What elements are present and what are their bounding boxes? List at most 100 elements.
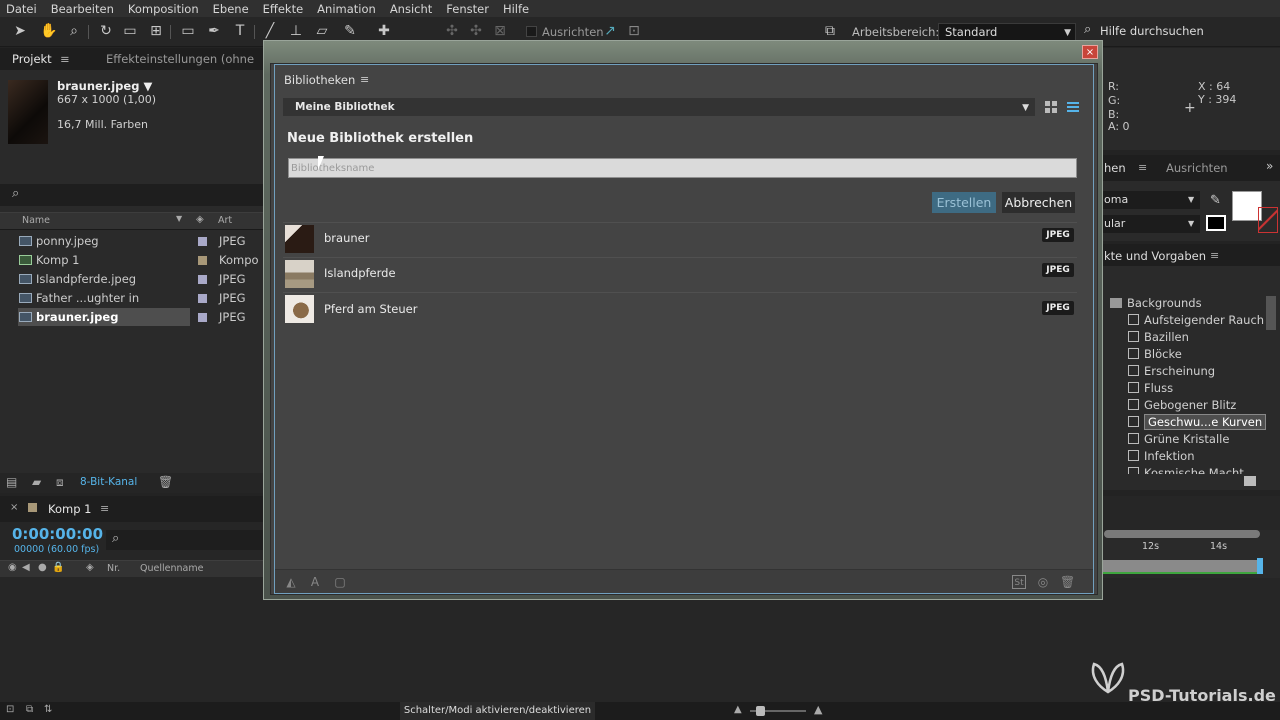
project-item-row[interactable]: ponny.jpeg JPEG bbox=[0, 232, 264, 251]
lock-icon[interactable]: 🔒 bbox=[52, 562, 64, 573]
project-file-name[interactable]: brauner.jpeg ▼ bbox=[57, 79, 152, 93]
toggle-bar-icon[interactable]: ⇅ bbox=[44, 704, 52, 715]
zoom-tool-icon[interactable]: ⌕ bbox=[66, 23, 82, 39]
column-source-name[interactable]: Quellenname bbox=[140, 563, 203, 574]
add-graphic-icon[interactable]: ▢ bbox=[333, 575, 347, 589]
menu-datei[interactable]: Datei bbox=[6, 2, 37, 16]
menu-komposition[interactable]: Komposition bbox=[128, 2, 199, 16]
workspace-select[interactable]: Standard ▼ bbox=[938, 23, 1076, 41]
creative-cloud-icon[interactable]: ◎ bbox=[1036, 575, 1050, 589]
label-swatch[interactable] bbox=[198, 256, 207, 265]
font-style-select[interactable]: ular bbox=[1102, 215, 1200, 233]
interpret-footage-icon[interactable]: ▤ bbox=[6, 475, 17, 489]
type-tool-icon[interactable]: T bbox=[232, 23, 248, 39]
preset-item[interactable]: Gebogener Blitz bbox=[1128, 398, 1236, 412]
eye-icon[interactable]: ◉ bbox=[8, 562, 17, 573]
audio-icon[interactable]: ◀ bbox=[22, 562, 30, 573]
trash-icon[interactable]: 🗑 bbox=[158, 475, 173, 489]
menu-animation[interactable]: Animation bbox=[317, 2, 376, 16]
zoom-in-icon[interactable]: ▲ bbox=[814, 703, 822, 716]
new-folder-icon[interactable]: ▰ bbox=[32, 475, 41, 489]
preset-item[interactable]: Aufsteigender Rauch bbox=[1128, 313, 1264, 327]
tab-character[interactable]: hen bbox=[1104, 161, 1126, 175]
preset-item[interactable]: Kosmische Macht bbox=[1128, 466, 1244, 474]
hand-tool-icon[interactable]: ✋ bbox=[40, 23, 57, 39]
tab-projekt[interactable]: Projekt bbox=[12, 52, 52, 66]
preset-item[interactable]: Grüne Kristalle bbox=[1128, 432, 1229, 446]
toggle-switches-modes-button[interactable]: Schalter/Modi aktivieren/deaktivieren bbox=[400, 702, 595, 720]
rotate-tool-icon[interactable]: ↻ bbox=[98, 23, 114, 39]
library-item[interactable]: brauner JPEG bbox=[283, 222, 1077, 256]
menu-hilfe[interactable]: Hilfe bbox=[503, 2, 529, 16]
project-search-input[interactable]: ⌕ bbox=[0, 184, 264, 206]
cancel-button[interactable]: Abbrechen bbox=[1002, 192, 1075, 213]
zoom-out-icon[interactable]: ▲ bbox=[734, 704, 742, 715]
camera-tool-icon[interactable]: ▭ bbox=[122, 23, 138, 39]
preset-item[interactable]: Erscheinung bbox=[1128, 364, 1215, 378]
sort-icon[interactable]: ▼ bbox=[176, 214, 182, 223]
library-item[interactable]: Islandpferde JPEG bbox=[283, 257, 1077, 291]
panel-menu-icon[interactable]: ≡ bbox=[100, 502, 109, 515]
menu-bearbeiten[interactable]: Bearbeiten bbox=[51, 2, 114, 16]
work-area-bar[interactable] bbox=[1104, 530, 1260, 538]
library-item[interactable]: Pferd am Steuer JPEG bbox=[283, 292, 1077, 326]
snap-settings-icon[interactable]: ⊡ bbox=[626, 23, 642, 39]
preset-item-selected[interactable]: Geschwu...e Kurven bbox=[1128, 414, 1267, 430]
eyedropper-icon[interactable]: ✎ bbox=[1210, 193, 1221, 208]
pen-tool-icon[interactable]: ✒ bbox=[206, 23, 222, 39]
effects-presets-title[interactable]: kte und Vorgaben bbox=[1104, 249, 1206, 263]
clone-stamp-tool-icon[interactable]: ⊥ bbox=[288, 23, 304, 39]
eraser-tool-icon[interactable]: ▱ bbox=[314, 23, 330, 39]
tab-effekteinstellungen[interactable]: Effekteinstellungen (ohne bbox=[106, 52, 254, 66]
column-name[interactable]: Name bbox=[22, 215, 50, 226]
library-select[interactable]: Meine Bibliothek ▼ bbox=[283, 98, 1035, 116]
tab-komp-1[interactable]: Komp 1 bbox=[48, 502, 91, 516]
no-stroke-swatch[interactable] bbox=[1258, 207, 1278, 233]
playhead-handle[interactable] bbox=[1257, 558, 1263, 574]
puppet-pin-tool-icon[interactable]: ✚ bbox=[376, 23, 392, 39]
close-icon[interactable]: × bbox=[10, 502, 18, 513]
tab-ausrichten[interactable]: Ausrichten bbox=[1166, 161, 1228, 175]
font-family-select[interactable]: oma bbox=[1102, 191, 1200, 209]
panel-menu-icon[interactable]: ≡ bbox=[1138, 161, 1147, 174]
preset-item[interactable]: Bazillen bbox=[1128, 330, 1189, 344]
add-color-icon[interactable]: ◭ bbox=[284, 575, 298, 589]
project-item-row[interactable]: Father ...ughter in nature.jpeg JPEG bbox=[0, 289, 264, 323]
stroke-color-swatch[interactable] bbox=[1206, 215, 1226, 231]
label-swatch[interactable] bbox=[198, 294, 207, 303]
menu-fenster[interactable]: Fenster bbox=[446, 2, 489, 16]
toggle-switches-icon[interactable]: ⊡ bbox=[6, 704, 14, 715]
panel-menu-icon[interactable]: ≡ bbox=[1210, 249, 1219, 262]
label-swatch[interactable] bbox=[198, 237, 207, 246]
preset-item[interactable]: Infektion bbox=[1128, 449, 1195, 463]
project-item-row[interactable]: Komp 1 Kompo bbox=[0, 251, 264, 270]
new-composition-icon[interactable]: ⧈ bbox=[56, 475, 64, 490]
grid-view-icon[interactable] bbox=[1044, 100, 1058, 114]
menu-ansicht[interactable]: Ansicht bbox=[390, 2, 432, 16]
column-type[interactable]: Art bbox=[218, 215, 232, 226]
project-item-row-selected[interactable]: brauner.jpeg JPEG bbox=[0, 308, 264, 327]
preset-item[interactable]: Fluss bbox=[1128, 381, 1173, 395]
library-name-input[interactable] bbox=[288, 158, 1077, 178]
panel-menu-icon[interactable]: ≡ bbox=[60, 52, 70, 66]
layer-duration-bar[interactable] bbox=[1102, 560, 1260, 572]
pan-behind-tool-icon[interactable]: ⊞ bbox=[148, 23, 164, 39]
solo-icon[interactable]: ● bbox=[38, 562, 47, 573]
rectangle-tool-icon[interactable]: ▭ bbox=[180, 23, 196, 39]
create-button[interactable]: Erstellen bbox=[932, 192, 996, 213]
brush-tool-icon[interactable]: ╱ bbox=[262, 23, 278, 39]
folder-backgrounds[interactable]: Backgrounds bbox=[1110, 296, 1202, 310]
current-timecode[interactable]: 0:00:00:00 bbox=[12, 525, 103, 543]
menu-effekte[interactable]: Effekte bbox=[263, 2, 304, 16]
menu-ebene[interactable]: Ebene bbox=[213, 2, 249, 16]
zoom-slider-handle[interactable] bbox=[756, 706, 765, 716]
timeline-search-input[interactable]: ⌕ bbox=[106, 530, 264, 550]
toggle-modes-icon[interactable]: ⧉ bbox=[26, 704, 33, 715]
panel-overflow-icon[interactable]: » bbox=[1266, 159, 1273, 173]
trash-icon[interactable]: 🗑 bbox=[1060, 575, 1075, 589]
align-checkbox[interactable] bbox=[526, 26, 537, 37]
list-view-icon[interactable] bbox=[1066, 100, 1080, 114]
selection-tool-icon[interactable]: ➤ bbox=[12, 23, 28, 39]
help-search-input[interactable]: Hilfe durchsuchen bbox=[1100, 24, 1204, 38]
roto-brush-tool-icon[interactable]: ✎ bbox=[342, 23, 358, 39]
